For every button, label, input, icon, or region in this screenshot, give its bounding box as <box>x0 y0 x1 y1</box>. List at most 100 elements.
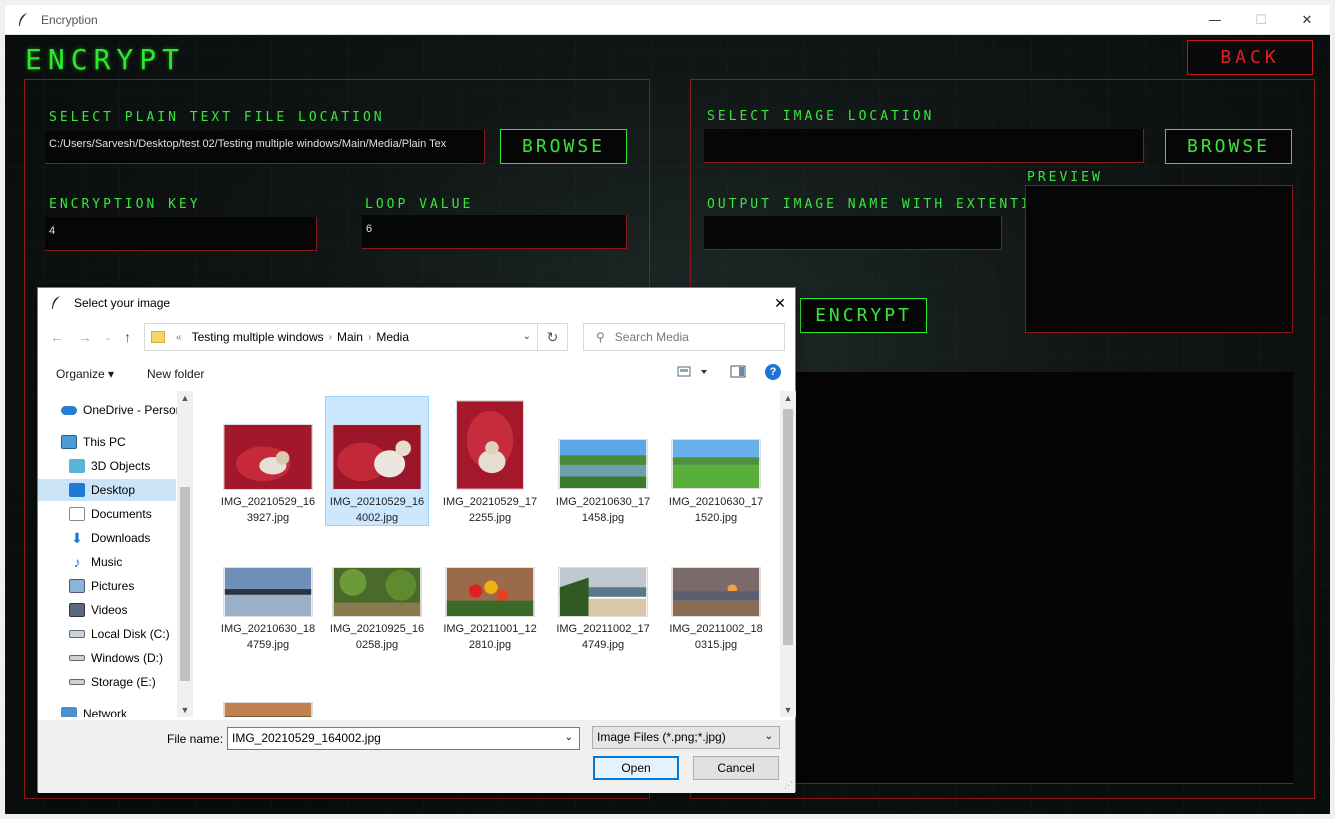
file-type-select[interactable]: Image Files (*.png;*.jpg) ⌄ <box>592 726 780 749</box>
sidebar-item-storage-e[interactable]: Storage (E:) <box>38 671 176 693</box>
scroll-down-icon[interactable]: ▼ <box>177 705 193 715</box>
sidebar-item-onedrive[interactable]: OneDrive - Person <box>38 399 182 421</box>
sidebar-item-network[interactable]: Network <box>38 703 176 717</box>
file-item[interactable]: IMG_20210630_17 1458.jpg <box>551 396 655 526</box>
file-item[interactable]: IMG_20211001_12 2810.jpg <box>438 531 542 661</box>
back-button[interactable]: BACK <box>1187 40 1313 75</box>
file-name-label: File name: <box>167 732 224 746</box>
music-icon: ♪ <box>73 554 81 570</box>
drive-icon <box>69 679 85 685</box>
address-bar[interactable]: « Testing multiple windows › Main › Medi… <box>144 323 538 351</box>
file-name: IMG_20210630_18 4759.jpg <box>220 623 316 651</box>
sidebar-item-label: Downloads <box>91 531 151 545</box>
sidebar-item-pictures[interactable]: Pictures <box>38 575 176 597</box>
document-icon <box>69 507 85 521</box>
navigation-bar: ← → ⌄ ↑ « Testing multiple windows › Mai… <box>38 321 795 353</box>
breadcrumb-testing-multiple-windows[interactable]: Testing multiple windows <box>192 330 324 344</box>
file-item[interactable]: IMG_20210925_16 0258.jpg <box>325 531 429 661</box>
image-thumbnail <box>223 702 313 717</box>
view-options-icon[interactable] <box>677 364 711 383</box>
scroll-thumb[interactable] <box>180 487 190 681</box>
sidebar-item-label: Documents <box>91 507 152 521</box>
file-name: IMG_20210630_17 1458.jpg <box>555 496 651 524</box>
sidebar-scrollbar[interactable]: ▲ ▼ <box>177 391 193 717</box>
file-item[interactable]: IMG_20210529_17 2255.jpg <box>438 396 542 526</box>
file-name: IMG_20210529_17 2255.jpg <box>442 496 538 524</box>
network-icon <box>61 707 77 717</box>
up-arrow-icon[interactable]: ↑ <box>124 329 131 345</box>
file-item[interactable]: IMG_20211002_17 4749.jpg <box>551 531 655 661</box>
breadcrumb-main[interactable]: Main <box>337 330 363 344</box>
back-arrow-icon[interactable]: ← <box>50 329 64 345</box>
cancel-button[interactable]: Cancel <box>693 756 779 780</box>
sidebar-item-label: Music <box>91 555 123 569</box>
file-name: IMG_20210529_16 4002.jpg <box>329 496 425 524</box>
sidebar-item-documents[interactable]: Documents <box>38 503 176 525</box>
file-item[interactable]: IMG_20210630_17 1520.jpg <box>664 396 768 526</box>
scroll-up-icon[interactable]: ▲ <box>177 393 193 403</box>
sidebar-item-local-disk-c[interactable]: Local Disk (C:) <box>38 623 176 645</box>
help-icon[interactable]: ? <box>765 364 781 380</box>
close-button[interactable]: ✕ <box>1284 5 1330 35</box>
sidebar-item-this-pc[interactable]: This PC <box>38 431 176 453</box>
new-folder-button[interactable]: New folder <box>147 367 204 381</box>
file-name-value: IMG_20210529_164002.jpg <box>232 731 381 745</box>
sidebar-item-label: Network <box>83 707 128 717</box>
refresh-icon[interactable]: ↻ <box>538 323 568 351</box>
image-path-field[interactable] <box>704 129 1144 163</box>
sidebar-item-label: This PC <box>83 435 126 449</box>
disk-icon <box>69 630 85 638</box>
sidebar-item-videos[interactable]: Videos <box>38 599 176 621</box>
scroll-up-icon[interactable]: ▲ <box>780 393 796 403</box>
window-titlebar: Encryption — ☐ ✕ <box>5 5 1330 35</box>
download-icon: ⬇ <box>71 530 83 546</box>
file-item-selected[interactable]: IMG_20210529_16 4002.jpg <box>325 396 429 526</box>
file-name: IMG_20210630_17 1520.jpg <box>668 496 764 524</box>
browse-image-button[interactable]: BROWSE <box>1165 129 1292 164</box>
dialog-toolbar: Organize ▾ New folder ? <box>38 360 795 388</box>
output-name-field[interactable] <box>704 216 1002 250</box>
loop-value-field[interactable]: 6 <box>362 215 627 249</box>
image-thumbnail <box>671 439 761 489</box>
encryption-key-field[interactable]: 4 <box>45 217 317 251</box>
preview-pane-icon[interactable] <box>730 364 746 383</box>
drive-icon <box>69 655 85 661</box>
file-item[interactable]: IMG_20210529_16 3927.jpg <box>216 396 320 526</box>
forward-arrow-icon[interactable]: → <box>78 329 92 345</box>
browse-text-button[interactable]: BROWSE <box>500 129 627 164</box>
file-type-value: Image Files (*.png;*.jpg) <box>597 730 726 744</box>
file-item[interactable]: IMG_20210630_18 4759.jpg <box>216 531 320 661</box>
encrypt-button[interactable]: ENCRYPT <box>800 298 927 333</box>
breadcrumb-media[interactable]: Media <box>376 330 409 344</box>
video-icon <box>69 603 85 617</box>
file-name: IMG_20211002_17 4749.jpg <box>556 623 650 651</box>
search-input[interactable]: ⚲ Search Media <box>583 323 785 351</box>
scroll-thumb[interactable] <box>783 409 793 645</box>
sidebar-item-windows-d[interactable]: Windows (D:) <box>38 647 176 669</box>
sidebar-item-3d-objects[interactable]: 3D Objects <box>38 455 176 477</box>
file-name-input[interactable]: IMG_20210529_164002.jpg ⌄ <box>227 727 580 750</box>
overflow-chevron-icon[interactable]: « <box>176 332 182 343</box>
sidebar-item-label: Videos <box>91 603 128 617</box>
file-item[interactable] <box>216 666 320 717</box>
sidebar-item-desktop[interactable]: Desktop <box>38 479 176 501</box>
recent-locations-icon[interactable]: ⌄ <box>104 332 112 343</box>
open-button[interactable]: Open <box>593 756 679 780</box>
sidebar-item-label: Windows (D:) <box>91 651 164 665</box>
file-item[interactable]: IMG_20211002_18 0315.jpg <box>664 531 768 661</box>
image-thumbnail <box>558 567 648 617</box>
chevron-down-icon[interactable]: ⌄ <box>523 331 531 342</box>
image-thumbnail <box>223 567 313 617</box>
files-scrollbar[interactable]: ▲ ▼ <box>780 391 796 717</box>
minimize-button[interactable]: — <box>1192 5 1238 35</box>
plain-text-path-field[interactable]: C:/Users/Sarvesh/Desktop/test 02/Testing… <box>45 130 485 164</box>
resize-grip-icon[interactable]: ⋰ <box>784 780 793 791</box>
organize-menu[interactable]: Organize ▾ <box>56 367 114 381</box>
sidebar-item-downloads[interactable]: ⬇ Downloads <box>38 527 176 549</box>
scroll-down-icon[interactable]: ▼ <box>780 705 796 715</box>
dialog-close-button[interactable]: ✕ <box>765 288 795 318</box>
sidebar-item-music[interactable]: ♪ Music <box>38 551 176 573</box>
chevron-down-icon[interactable]: ⌄ <box>565 732 573 743</box>
file-list: IMG_20210529_16 3927.jpg IMG_20210529_16 4… <box>198 391 780 717</box>
maximize-button[interactable]: ☐ <box>1238 5 1284 35</box>
